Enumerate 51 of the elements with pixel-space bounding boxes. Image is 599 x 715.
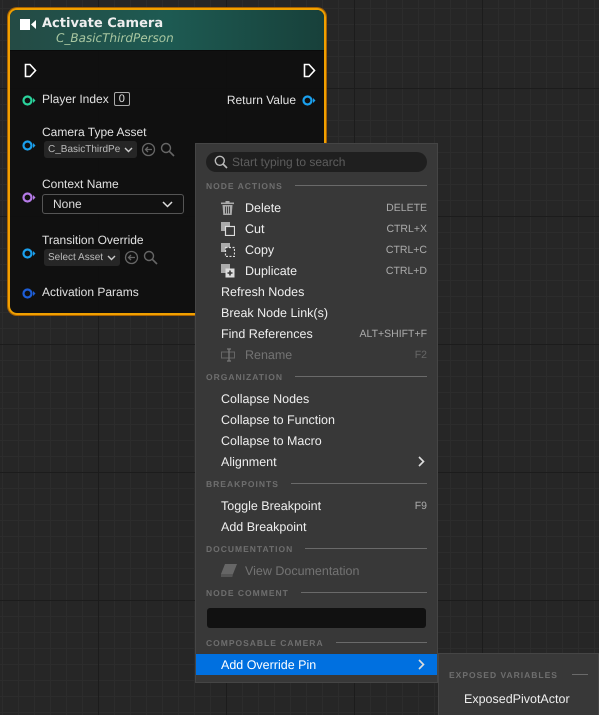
pin-icon[interactable] [22,248,36,259]
shortcut-text: ALT+SHIFT+F [360,328,427,340]
node-title: Activate Camera [42,16,164,31]
menu-item[interactable]: Toggle Breakpoint F9 [196,495,437,516]
menu-item[interactable]: Collapse Nodes [196,388,437,409]
use-selected-icon[interactable] [141,142,156,157]
copy-icon [221,242,235,256]
book-icon [221,564,237,577]
menu-item[interactable]: ExposedPivotActor [439,686,598,706]
menu-item[interactable]: Collapse to Macro [196,430,437,451]
pin-label: Transition Override [42,233,144,247]
menu-item[interactable]: Alignment [196,451,437,472]
pin-icon[interactable] [22,192,36,203]
asset-dropdown[interactable]: Select Asset [44,249,120,266]
number-field[interactable]: 0 [114,92,130,106]
pin-label: Camera Type Asset [42,125,146,139]
search-icon [214,155,228,169]
menu-item[interactable]: Collapse to Function [196,409,437,430]
cut-icon [221,222,235,236]
rename-icon [221,348,236,362]
exec-out-icon[interactable] [303,63,316,78]
menu-item[interactable]: Add Breakpoint [196,516,437,537]
pin-icon[interactable] [22,140,36,151]
node-subtitle: C_BasicThirdPerson [56,31,174,45]
chevron-down-icon [124,146,134,152]
menu-item[interactable]: Find References ALT+SHIFT+F [196,323,437,344]
shortcut-text: CTRL+D [386,264,427,276]
search-icon[interactable] [143,250,158,265]
pin-icon[interactable] [302,95,316,106]
pin-label: Return Value [226,93,296,107]
chevron-down-icon [162,200,173,208]
shortcut-text: CTRL+C [386,244,427,256]
pin-icon[interactable] [22,95,36,106]
pin-label: Context Name [42,177,119,191]
name-dropdown[interactable]: None [42,194,184,214]
menu-item[interactable]: Add Override Pin [196,654,437,675]
trash-icon [221,200,234,214]
camera-icon [20,19,36,30]
shortcut-text: F9 [414,500,427,512]
shortcut-text: CTRL+X [386,222,427,234]
pin-label: Activation Params [42,285,139,299]
search-field[interactable]: Start typing to search [206,152,427,172]
search-icon[interactable] [160,142,176,157]
asset-dropdown[interactable]: C_BasicThirdPe [44,141,138,158]
exec-in-icon[interactable] [24,63,37,78]
shortcut-text: DELETE [386,202,427,214]
comment-field[interactable] [207,608,426,628]
chevron-down-icon [107,254,116,260]
duplicate-icon [221,264,235,278]
use-selected-icon[interactable] [124,250,140,265]
pin-label: Player Index [42,92,109,106]
